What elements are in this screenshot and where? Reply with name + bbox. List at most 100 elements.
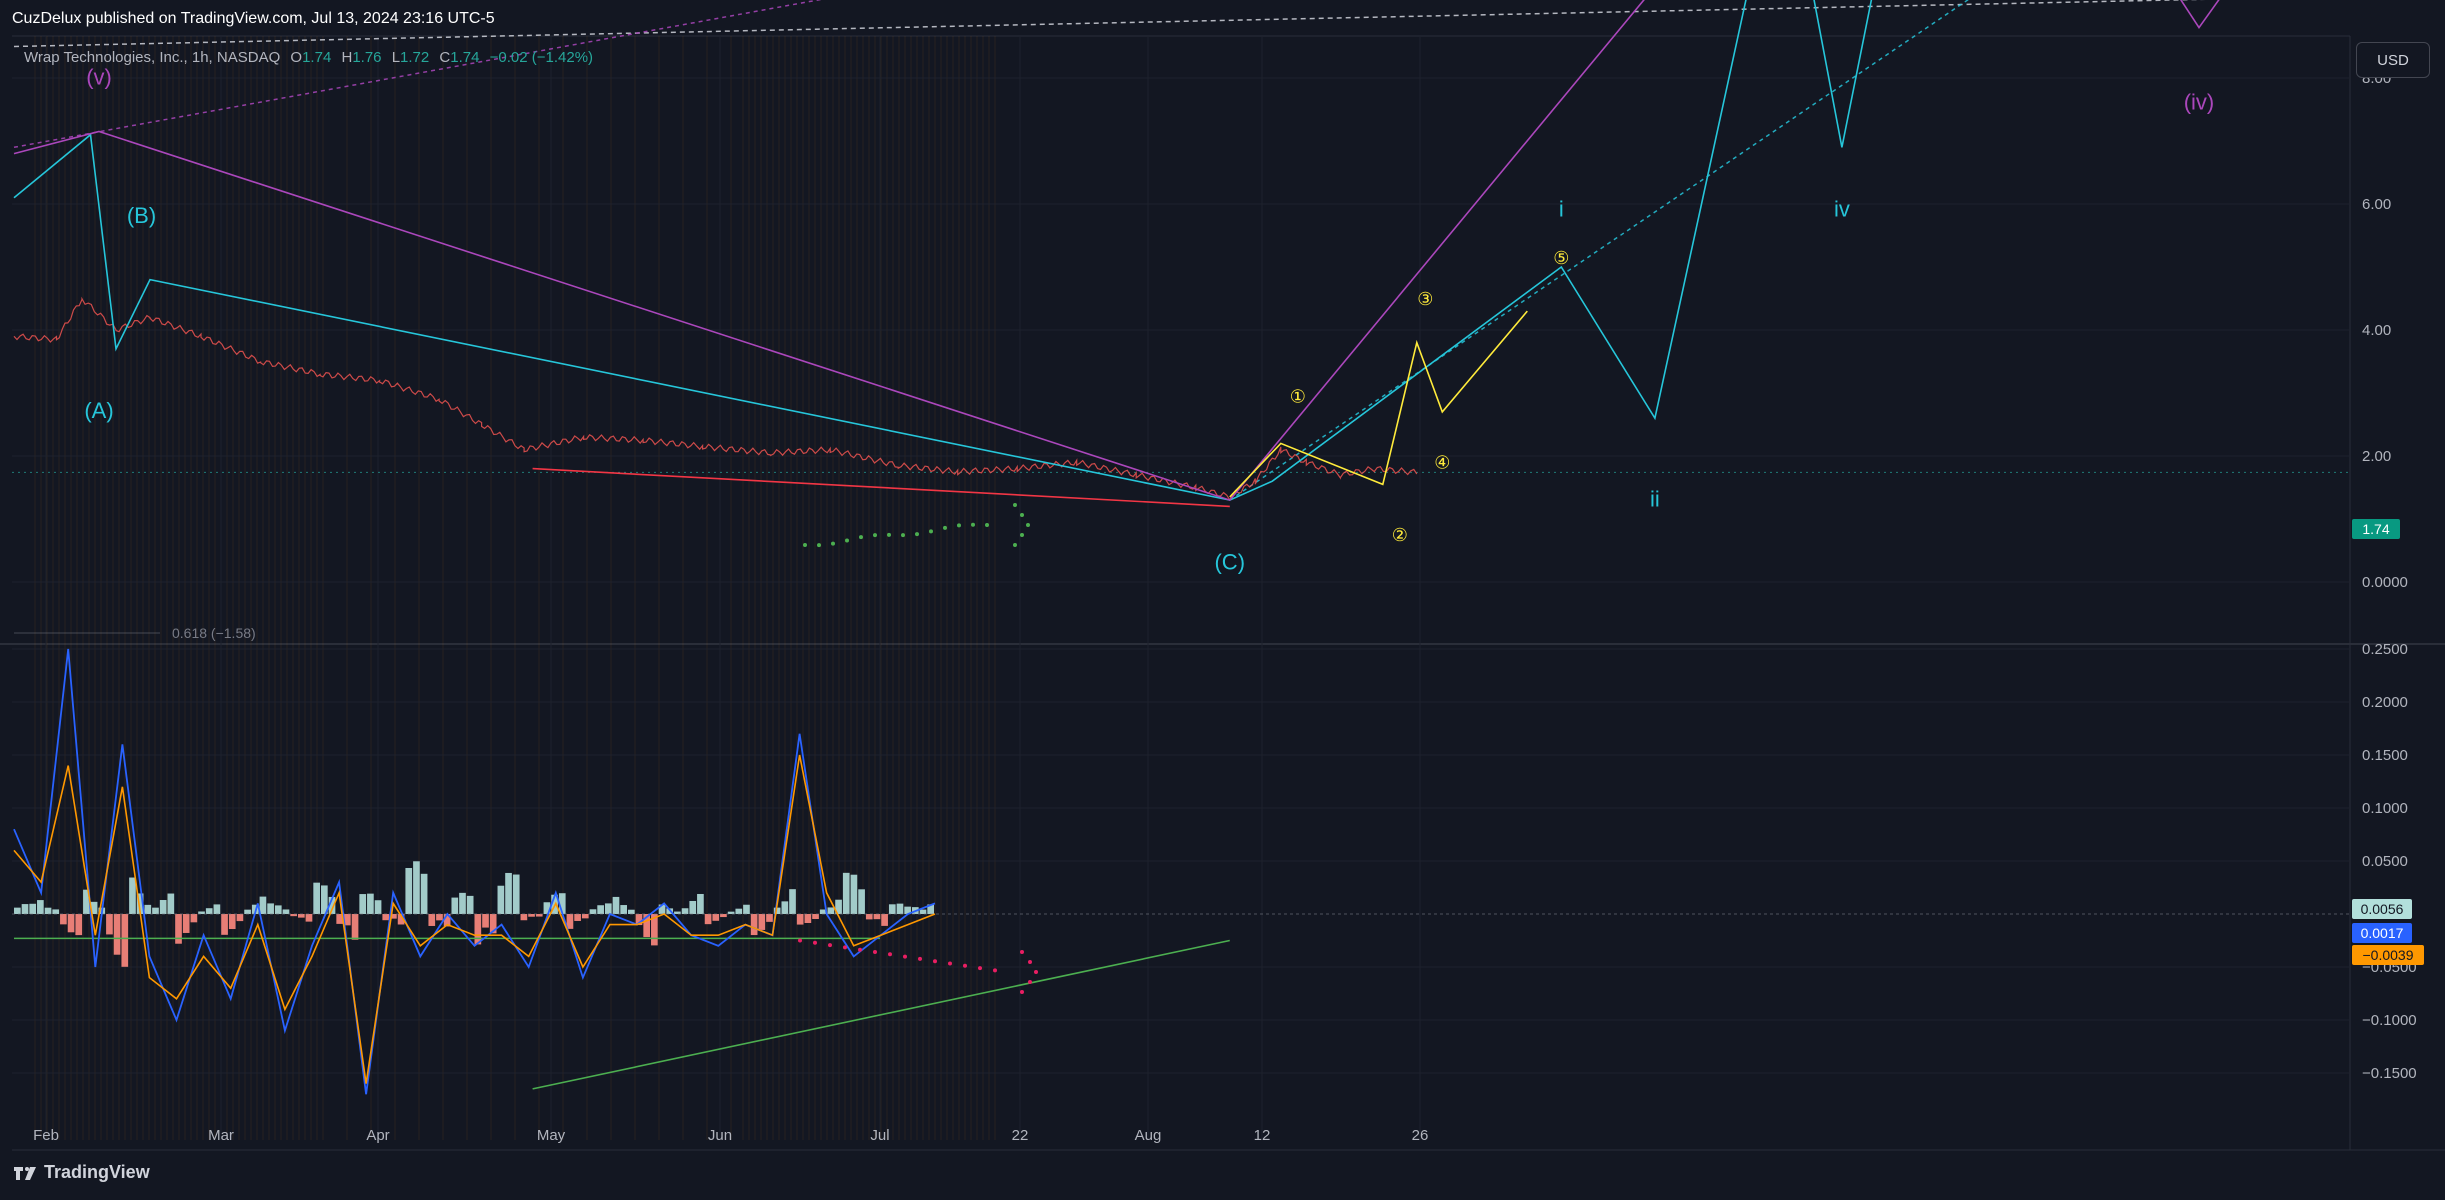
- wave-label: (v): [86, 64, 112, 89]
- projection-dot: [845, 538, 849, 543]
- osc-histogram-bar: [121, 914, 129, 967]
- osc-projection-dot: [1034, 970, 1038, 974]
- osc-histogram-bar: [689, 900, 697, 914]
- osc-projection-dot: [933, 959, 937, 964]
- wave-label: iv: [1834, 197, 1850, 222]
- osc-histogram-bar: [497, 885, 505, 914]
- osc-histogram-bar: [612, 896, 620, 914]
- tradingview-logo-icon: [14, 1166, 36, 1180]
- osc-histogram-bar: [297, 914, 305, 918]
- osc-histogram-bar: [804, 914, 812, 924]
- wave-label: i: [1559, 197, 1564, 222]
- time-tick-label: Mar: [208, 1127, 234, 1144]
- projection-dot: [873, 533, 877, 538]
- projection-dot: [929, 529, 933, 534]
- projection-dot: [1013, 503, 1017, 507]
- osc-histogram-bar: [428, 914, 436, 926]
- osc-histogram-bar: [604, 903, 612, 914]
- osc-histogram-bar: [512, 874, 520, 914]
- projection-dot: [1026, 523, 1030, 527]
- osc-histogram-bar: [466, 895, 474, 914]
- osc-histogram-bar: [67, 914, 75, 933]
- price-tick-label: 0.0000: [2362, 574, 2408, 591]
- osc-projection-dot: [828, 943, 832, 948]
- osc-projection-dot: [873, 950, 877, 954]
- osc-projection-dot: [1020, 950, 1024, 954]
- projection-dot: [943, 525, 947, 530]
- osc-histogram-bar: [436, 914, 443, 921]
- osc-histogram-bar: [359, 894, 367, 914]
- osc-histogram-bar: [190, 914, 198, 923]
- osc-histogram-bar: [152, 907, 159, 914]
- time-tick-label: 12: [1254, 1127, 1271, 1144]
- projection-dot: [901, 533, 905, 538]
- osc-histogram-bar: [628, 909, 635, 914]
- osc-histogram-bar: [382, 914, 390, 921]
- osc-histogram-bar: [367, 893, 374, 914]
- osc-histogram-bar: [205, 908, 213, 914]
- projection-dot: [971, 522, 975, 527]
- osc-histogram-bar: [881, 914, 888, 926]
- projection-dot: [887, 532, 891, 537]
- projection-dot: [859, 535, 863, 540]
- osc-histogram-bar: [313, 882, 320, 914]
- osc-projection-dot: [1028, 960, 1032, 964]
- osc-histogram-bar: [459, 892, 466, 914]
- close-label: C: [439, 49, 451, 66]
- osc-tick-label: 0.1000: [2362, 800, 2408, 817]
- osc-histogram-bar: [581, 914, 589, 919]
- wave-label: ②: [1392, 525, 1408, 545]
- chart-canvas[interactable]: 14.0012.0010.008.006.004.002.000.00000.2…: [0, 0, 2445, 1200]
- price-tick-label: 6.00: [2362, 196, 2391, 213]
- osc-histogram-bar: [681, 908, 689, 914]
- osc-histogram-bar: [620, 905, 627, 914]
- low-value: 1.72: [400, 49, 430, 66]
- osc-histogram-bar: [812, 914, 819, 919]
- time-tick-label: Apr: [366, 1127, 389, 1144]
- open-label: O: [290, 49, 303, 66]
- osc-histogram-bar: [14, 907, 21, 914]
- osc-histogram-bar: [858, 889, 865, 914]
- osc-histogram-bar: [697, 893, 704, 914]
- projection-dot: [957, 523, 961, 528]
- open-value: 1.74: [302, 49, 332, 66]
- osc-histogram-bar: [505, 872, 512, 914]
- osc-histogram-bar: [221, 914, 228, 935]
- currency-button[interactable]: USD: [2356, 42, 2430, 78]
- osc-histogram-bar: [144, 904, 152, 914]
- osc-histogram-bar: [842, 872, 850, 914]
- projection-dot: [831, 541, 835, 546]
- osc-histogram-bar: [282, 909, 290, 914]
- osc-histogram-bar: [259, 896, 267, 914]
- projection-dot: [817, 543, 821, 548]
- high-label: H: [341, 49, 353, 66]
- osc-histogram-bar: [589, 909, 597, 914]
- osc-histogram-bar: [474, 914, 482, 945]
- osc-histogram-bar: [420, 873, 428, 914]
- tradingview-brand[interactable]: TradingView: [14, 1162, 150, 1183]
- osc-projection-dot: [1028, 980, 1032, 984]
- osc-histogram-bar: [75, 914, 83, 936]
- osc-histogram-bar: [888, 904, 896, 914]
- wave-label: (B): [127, 203, 156, 228]
- osc-histogram-bar: [60, 914, 67, 925]
- osc-histogram-bar: [766, 914, 773, 922]
- price-tick-label: 4.00: [2362, 322, 2391, 339]
- symbol-name[interactable]: Wrap Technologies, Inc., 1h, NASDAQ: [24, 49, 280, 66]
- osc-slow-badge: −0.0039: [2352, 945, 2424, 965]
- osc-tick-label: −0.1500: [2362, 1065, 2417, 1082]
- osc-histogram-bar: [228, 914, 236, 930]
- time-tick-label: 22: [1012, 1127, 1029, 1144]
- osc-fast-badge: 0.0017: [2352, 923, 2412, 943]
- time-tick-label: May: [537, 1127, 566, 1144]
- change-value: −0.02 (−1.42%): [489, 49, 594, 66]
- osc-projection-dot: [918, 956, 922, 961]
- osc-histogram-bar: [865, 914, 873, 920]
- osc-histogram-bar: [213, 904, 221, 914]
- wave-label: ⑤: [1553, 248, 1569, 268]
- osc-histogram-bar: [566, 914, 574, 929]
- osc-projection-dot: [813, 940, 817, 945]
- osc-histogram-bar: [482, 914, 489, 928]
- osc-histogram-bar: [704, 914, 712, 925]
- osc-projection-dot: [993, 968, 997, 973]
